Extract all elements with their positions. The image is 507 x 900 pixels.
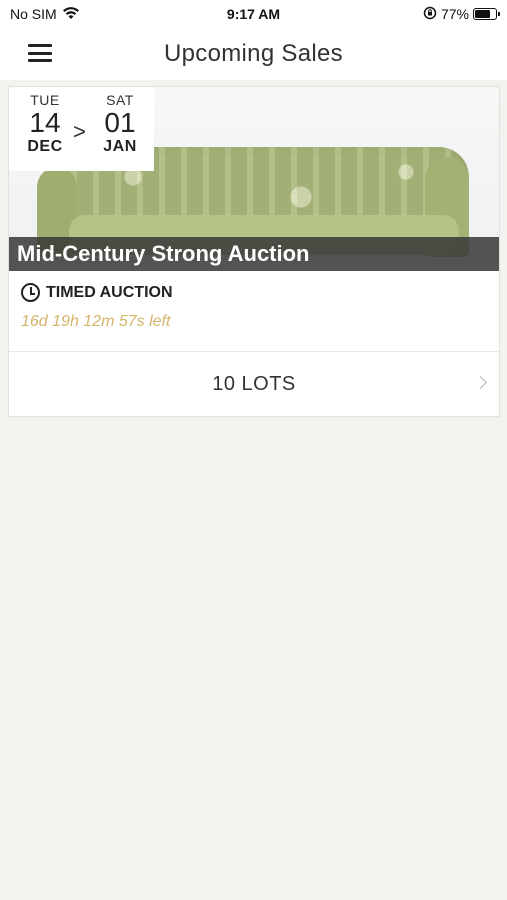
chevron-right-icon	[474, 376, 487, 389]
menu-line	[28, 51, 52, 55]
orientation-lock-icon	[423, 6, 437, 23]
date-separator: >	[73, 119, 86, 144]
hamburger-menu-icon[interactable]	[28, 42, 52, 64]
auction-type: TIMED AUCTION	[21, 283, 173, 302]
start-date: TUE 14 DEC	[23, 87, 67, 156]
status-right: 77%	[423, 6, 500, 23]
nav-bar: Upcoming Sales	[0, 28, 507, 80]
date-range: TUE 14 DEC > SAT 01 JAN	[9, 87, 154, 171]
countdown-timer: 16d 19h 12m 57s left	[21, 313, 171, 330]
lots-button[interactable]: 10 LOTS	[9, 352, 499, 416]
battery-percent: 77%	[440, 6, 469, 22]
battery-fill	[475, 10, 491, 18]
lots-count: 10 LOTS	[212, 372, 296, 395]
end-weekday: SAT	[106, 92, 134, 108]
start-day: 14	[29, 107, 61, 138]
wifi-icon	[62, 6, 80, 23]
sale-title-band: Mid-Century Strong Auction	[9, 237, 499, 271]
start-month: DEC	[27, 138, 63, 155]
end-date: SAT 01 JAN	[97, 87, 143, 156]
auction-type-label: TIMED AUCTION	[46, 283, 173, 301]
battery-icon	[473, 8, 500, 20]
sale-title: Mid-Century Strong Auction	[17, 241, 310, 266]
sale-image[interactable]: TUE 14 DEC > SAT 01 JAN Mid-Century Stro…	[9, 87, 499, 271]
end-day: 01	[104, 107, 136, 138]
menu-line	[28, 59, 52, 62]
sale-card[interactable]: TUE 14 DEC > SAT 01 JAN Mid-Century Stro…	[8, 86, 500, 417]
clock-icon	[21, 283, 40, 302]
menu-line	[28, 44, 52, 47]
page-title: Upcoming Sales	[164, 40, 343, 67]
end-month: JAN	[103, 138, 137, 155]
carrier-label: No SIM	[10, 6, 57, 22]
status-bar: No SIM 9:17 AM 77%	[0, 0, 507, 28]
start-weekday: TUE	[30, 92, 60, 108]
status-left: No SIM	[10, 6, 80, 23]
